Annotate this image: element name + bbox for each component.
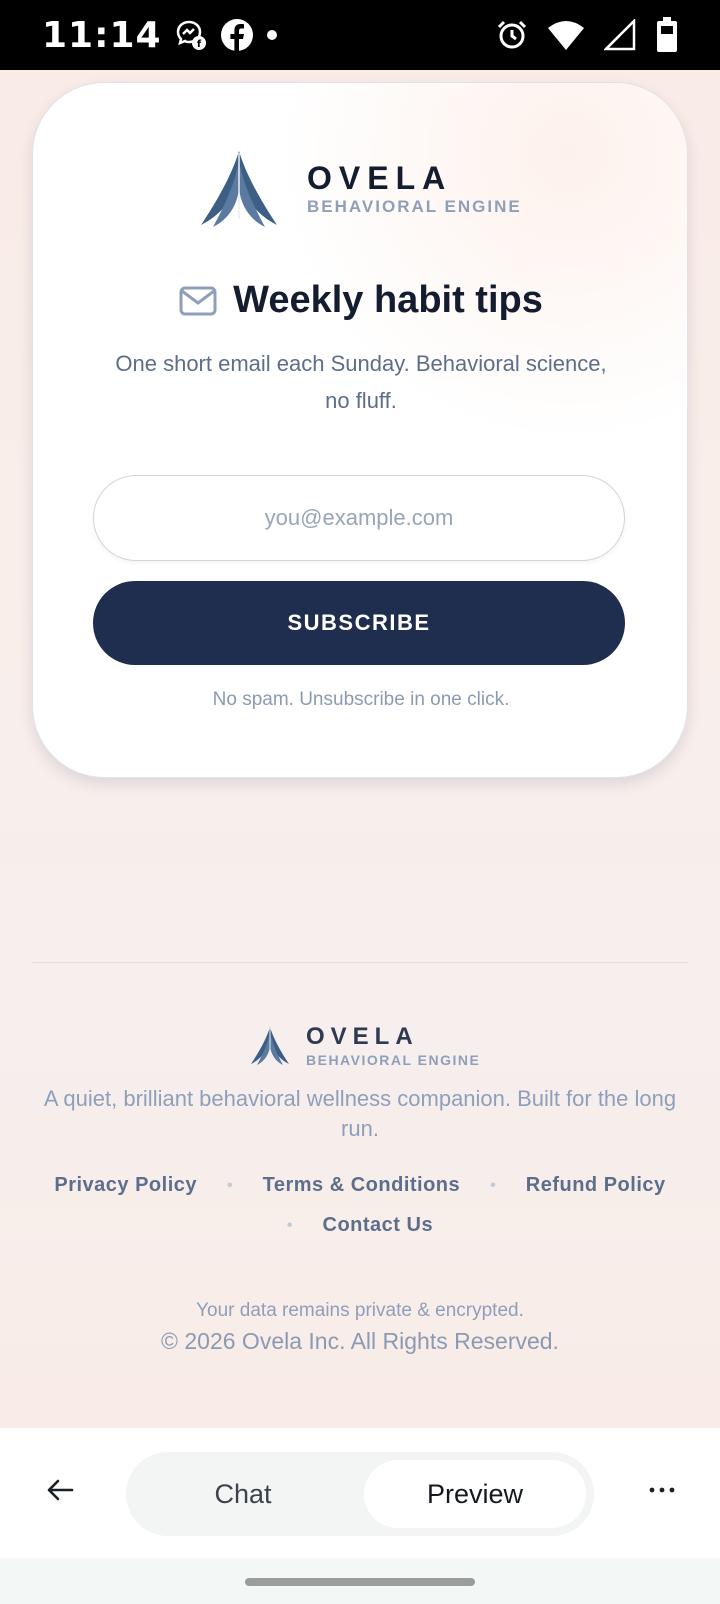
terms-link[interactable]: Terms & Conditions bbox=[263, 1174, 461, 1197]
home-indicator[interactable] bbox=[245, 1578, 475, 1586]
tab-preview[interactable]: Preview bbox=[364, 1460, 586, 1528]
footer-brand-logo: OVELA BEHAVIORAL ENGINE bbox=[250, 1024, 480, 1068]
separator-dot: • bbox=[286, 1216, 293, 1234]
footer-divider bbox=[32, 962, 688, 963]
signal-icon bbox=[604, 19, 636, 51]
privacy-policy-link[interactable]: Privacy Policy bbox=[54, 1174, 197, 1197]
copyright: © 2026 Ovela Inc. All Rights Reserved. bbox=[161, 1328, 559, 1354]
wifi-icon bbox=[548, 20, 584, 50]
tree-logo-icon bbox=[250, 1026, 290, 1066]
gesture-bar-area bbox=[0, 1558, 720, 1604]
view-toggle: Chat Preview bbox=[126, 1452, 594, 1536]
facebook-icon bbox=[220, 18, 254, 52]
page-content: OVELA BEHAVIORAL ENGINE Weekly habit tip… bbox=[0, 70, 720, 1428]
svg-text:f: f bbox=[196, 39, 201, 50]
contact-us-link[interactable]: Contact Us bbox=[323, 1214, 434, 1237]
tree-logo-icon bbox=[199, 149, 279, 229]
more-horizontal-icon bbox=[649, 1486, 675, 1494]
status-bar: 11:14 f bbox=[0, 0, 720, 70]
newsletter-card: OVELA BEHAVIORAL ENGINE Weekly habit tip… bbox=[32, 82, 688, 778]
back-button[interactable] bbox=[36, 1466, 84, 1514]
footer-links: Privacy Policy • Terms & Conditions • Re… bbox=[0, 1174, 720, 1197]
privacy-note: Your data remains private & encrypted. bbox=[196, 1300, 524, 1321]
bottom-navigation-bar: Chat Preview bbox=[0, 1428, 720, 1558]
alarm-icon bbox=[496, 19, 528, 51]
arrow-left-icon bbox=[46, 1478, 74, 1502]
refund-policy-link[interactable]: Refund Policy bbox=[526, 1174, 666, 1197]
messenger-icon: f bbox=[174, 18, 208, 52]
footer-links-row-2: • Contact Us bbox=[0, 1214, 720, 1237]
footer-tagline: A quiet, brilliant behavioral wellness c… bbox=[43, 1086, 677, 1141]
no-spam-note: No spam. Unsubscribe in one click. bbox=[212, 689, 510, 710]
card-brand-logo: OVELA BEHAVIORAL ENGINE bbox=[199, 149, 522, 229]
brand-name: OVELA bbox=[307, 160, 453, 196]
footer-brand-subtitle: BEHAVIORAL ENGINE bbox=[306, 1052, 481, 1068]
email-input[interactable] bbox=[93, 475, 625, 561]
newsletter-headline: Weekly habit tips bbox=[233, 279, 543, 321]
tab-chat[interactable]: Chat bbox=[126, 1452, 360, 1536]
battery-icon bbox=[656, 17, 678, 53]
separator-dot: • bbox=[227, 1176, 233, 1194]
mail-icon bbox=[179, 286, 217, 316]
headline-row: Weekly habit tips bbox=[33, 279, 689, 322]
dot-icon bbox=[266, 29, 278, 41]
status-time: 11:14 bbox=[42, 14, 162, 56]
footer-brand-name: OVELA bbox=[306, 1023, 419, 1050]
brand-subtitle: BEHAVIORAL ENGINE bbox=[307, 197, 522, 216]
newsletter-subtitle: One short email each Sunday. Behavioral … bbox=[115, 351, 607, 413]
subscribe-button[interactable]: SUBSCRIBE bbox=[93, 581, 625, 665]
more-options-button[interactable] bbox=[638, 1466, 686, 1514]
separator-dot: • bbox=[490, 1176, 496, 1194]
